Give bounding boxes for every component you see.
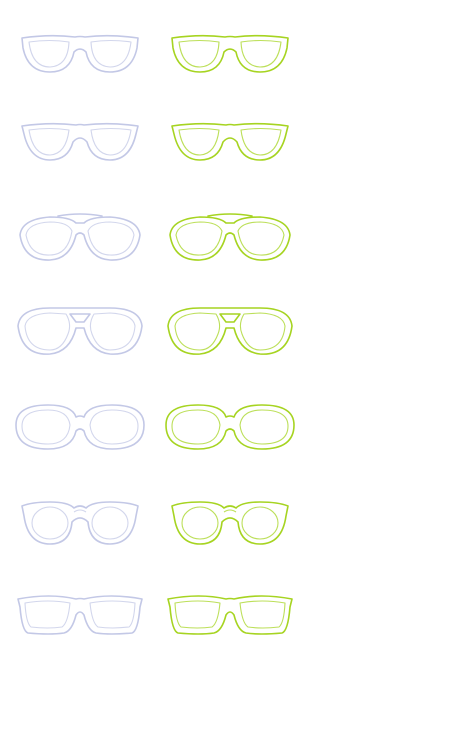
right-lens <box>239 409 289 445</box>
right-lens <box>239 312 286 351</box>
left-lens <box>31 506 69 540</box>
glasses-row-oversized-round <box>0 395 300 455</box>
slim-wayfarer-glasses-icon <box>160 112 300 172</box>
slim-wayfarer-glasses-icon <box>10 112 150 172</box>
left-lens <box>24 312 71 351</box>
left-lens <box>175 221 223 256</box>
right-lens <box>90 39 132 68</box>
glasses-row-aviator-double-bridge <box>0 300 300 360</box>
sport-glasses-icon <box>160 585 300 645</box>
right-lens <box>237 221 285 256</box>
aviator-glasses-icon <box>19 213 141 261</box>
double-bridge <box>219 313 241 323</box>
left-lens <box>181 506 219 540</box>
right-lens <box>89 600 136 629</box>
glasses-row-wayfarer-slim <box>0 112 300 172</box>
slim-wayfarer-glasses-icon <box>21 122 139 161</box>
sport-glasses-icon <box>17 595 143 635</box>
aviator-glasses-icon <box>160 205 300 265</box>
slim-wayfarer-glasses-icon <box>171 122 289 161</box>
oversized-glasses-icon <box>165 404 295 450</box>
glasses-row-wayfarer <box>0 22 300 82</box>
aviator-glasses-icon <box>10 205 150 265</box>
keyhole-glasses-icon <box>171 501 289 545</box>
keyhole-glasses-icon <box>160 492 300 552</box>
glasses-icon-sheet <box>0 0 454 756</box>
right-lens <box>91 506 129 540</box>
right-lens <box>87 221 135 256</box>
glasses-row-aviator <box>0 205 300 265</box>
left-lens <box>171 409 221 445</box>
double-bridge-aviator-glasses-icon <box>10 300 150 360</box>
oversized-glasses-icon <box>160 395 300 455</box>
wayfarer-glasses-icon <box>10 22 150 82</box>
sport-glasses-icon <box>10 585 150 645</box>
right-lens <box>241 506 279 540</box>
double-bridge-aviator-glasses-icon <box>160 300 300 360</box>
right-lens <box>239 600 286 629</box>
double-bridge-aviator-glasses-icon <box>17 307 143 355</box>
right-lens <box>240 127 282 156</box>
double-bridge-aviator-glasses-icon <box>167 307 293 355</box>
left-lens <box>178 39 220 68</box>
left-lens <box>178 127 220 156</box>
glasses-row-rectangular-sport <box>0 585 300 645</box>
top-bar <box>207 213 253 217</box>
oversized-glasses-icon <box>10 395 150 455</box>
oversized-glasses-icon <box>15 404 145 450</box>
top-bar <box>57 213 103 217</box>
frame <box>171 501 289 545</box>
double-bridge <box>69 313 91 323</box>
right-lens <box>90 127 132 156</box>
keyhole-bridge <box>73 509 87 513</box>
wayfarer-glasses-icon <box>171 34 289 73</box>
left-lens <box>21 409 71 445</box>
left-lens <box>174 312 221 351</box>
sport-glasses-icon <box>167 595 293 635</box>
wayfarer-glasses-icon <box>21 34 139 73</box>
keyhole-glasses-icon <box>21 501 139 545</box>
right-lens <box>240 39 282 68</box>
keyhole-glasses-icon <box>10 492 150 552</box>
left-lens <box>24 600 71 629</box>
left-lens <box>174 600 221 629</box>
frame <box>21 501 139 545</box>
keyhole-bridge <box>223 509 237 513</box>
left-lens <box>28 39 70 68</box>
left-lens <box>25 221 73 256</box>
wayfarer-glasses-icon <box>160 22 300 82</box>
left-lens <box>28 127 70 156</box>
aviator-glasses-icon <box>169 213 291 261</box>
right-lens <box>89 409 139 445</box>
glasses-row-keyhole-round <box>0 492 300 552</box>
right-lens <box>89 312 136 351</box>
